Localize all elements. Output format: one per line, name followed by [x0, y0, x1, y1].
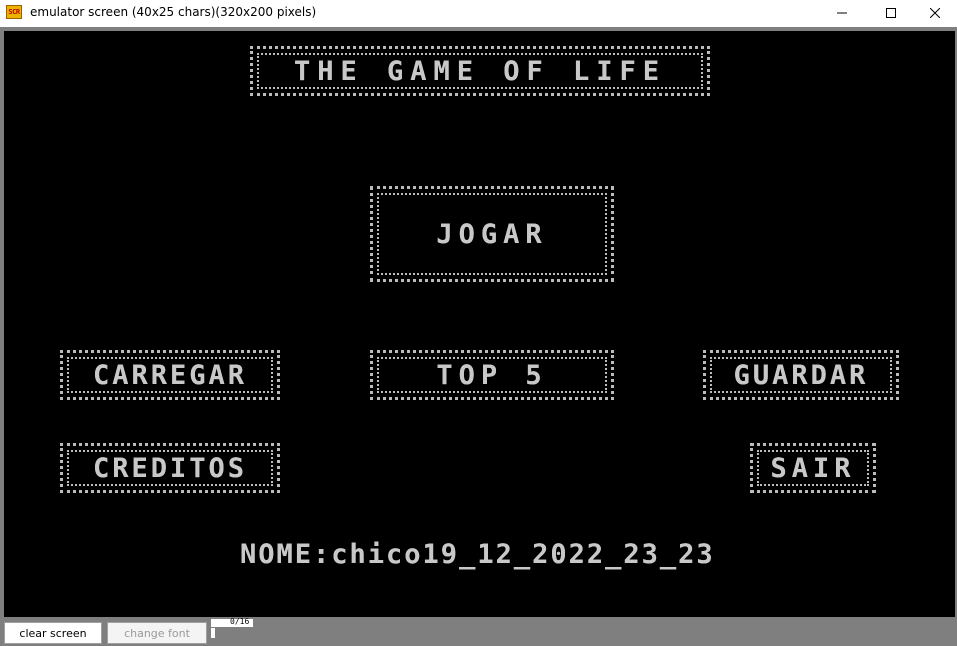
counter-text: 0/16 [230, 617, 250, 626]
player-name-line: NOME:chico19_12_2022_23_23 [240, 539, 715, 570]
carregar-button[interactable]: CARREGAR [60, 350, 280, 400]
close-button[interactable] [912, 0, 957, 26]
emulator-window: SCR emulator screen (40x25 chars)(320x20… [0, 0, 957, 646]
app-icon: SCR [6, 5, 22, 19]
maximize-button[interactable] [868, 0, 914, 26]
guardar-button[interactable]: GUARDAR [703, 350, 899, 400]
clear-screen-button[interactable]: clear screen [4, 622, 102, 644]
minimize-button[interactable] [819, 0, 865, 26]
emulator-frame: THE GAME OF LIFE JOGAR CARREGAR TOP 5 GU… [0, 27, 957, 619]
close-icon [930, 8, 940, 18]
bottom-toolbar: clear screen change font 0/16 [0, 617, 957, 646]
counter-progress [211, 628, 215, 638]
minimize-icon [837, 12, 847, 14]
emulator-screen[interactable]: THE GAME OF LIFE JOGAR CARREGAR TOP 5 GU… [4, 31, 955, 617]
window-title: emulator screen (40x25 chars)(320x200 pi… [30, 5, 317, 19]
maximize-icon [886, 8, 896, 18]
creditos-button[interactable]: CREDITOS [60, 443, 280, 493]
change-font-button[interactable]: change font [107, 622, 207, 644]
jogar-button[interactable]: JOGAR [370, 186, 614, 282]
title-bar[interactable]: SCR emulator screen (40x25 chars)(320x20… [0, 0, 957, 26]
top5-button[interactable]: TOP 5 [370, 350, 614, 400]
game-title: THE GAME OF LIFE [293, 55, 667, 87]
sair-button[interactable]: SAIR [750, 443, 876, 493]
